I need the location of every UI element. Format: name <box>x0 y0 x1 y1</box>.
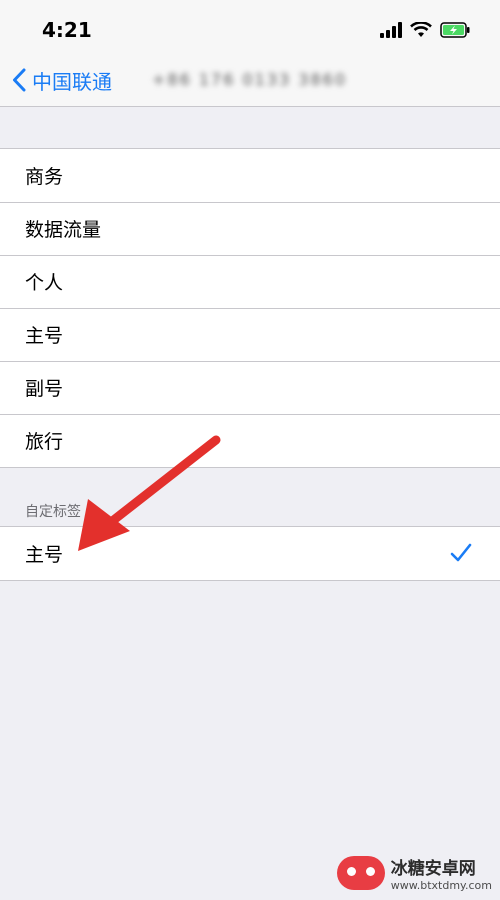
nav-bar: 中国联通 +86 176 0133 3860 <box>0 56 500 107</box>
custom-label-row[interactable]: 主号 <box>0 527 500 580</box>
label-option-data[interactable]: 数据流量 <box>0 202 500 255</box>
watermark-title: 冰糖安卓网 <box>390 859 476 879</box>
watermark-text: 冰糖安卓网 www.btxtdmy.com <box>391 854 492 892</box>
label-option-secondary[interactable]: 副号 <box>0 361 500 414</box>
watermark-url: www.btxtdmy.com <box>390 879 492 892</box>
status-bar: 4:21 <box>0 0 500 56</box>
status-icons <box>380 20 470 40</box>
battery-charging-icon <box>440 22 470 38</box>
back-label: 中国联通 <box>32 69 112 94</box>
wifi-icon <box>410 22 432 37</box>
nav-title-blurred-number: +86 176 0133 3860 <box>152 70 347 89</box>
label-option-primary[interactable]: 主号 <box>0 308 500 361</box>
custom-labels-group: 主号 <box>0 526 500 581</box>
custom-labels-header: 自定标签 <box>25 504 81 520</box>
watermark: 冰糖安卓网 www.btxtdmy.com <box>336 854 492 892</box>
label-option-personal[interactable]: 个人 <box>0 255 500 308</box>
chevron-left-icon <box>13 68 26 92</box>
label-option-travel[interactable]: 旅行 <box>0 414 500 467</box>
custom-label-text: 主号 <box>25 544 64 566</box>
status-time: 4:21 <box>42 18 92 42</box>
cellular-signal-icon <box>380 22 402 38</box>
watermark-logo-icon <box>336 856 385 890</box>
label-option-business[interactable]: 商务 <box>0 149 500 202</box>
back-button[interactable]: 中国联通 <box>12 65 112 95</box>
checkmark-icon <box>450 543 472 562</box>
label-options-group: 商务 数据流量 个人 主号 副号 旅行 <box>0 148 500 468</box>
